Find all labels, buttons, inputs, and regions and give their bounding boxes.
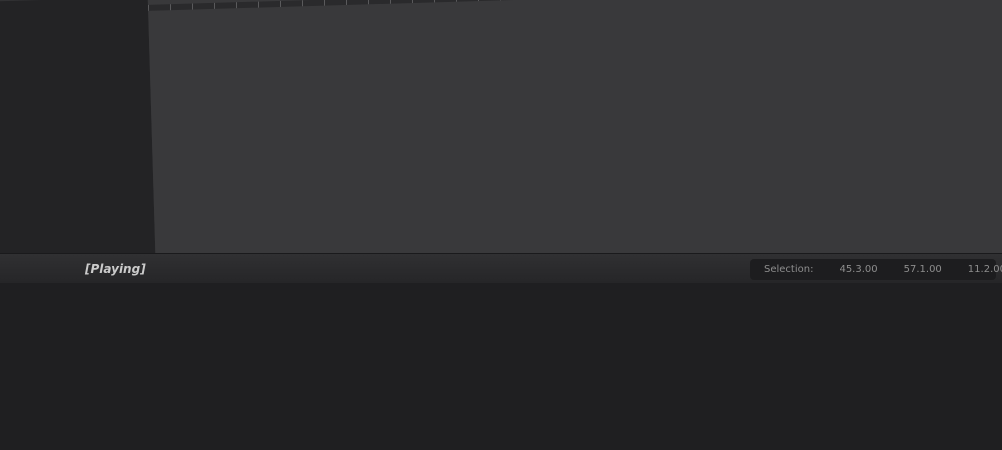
- arrange-section: [0, 0, 1002, 253]
- selection-end: 57.1.00: [903, 264, 942, 275]
- selection-length: 11.2.00: [967, 264, 1002, 275]
- transport-bar: [Playing] Selection: 45.3.00 57.1.00 11.…: [0, 253, 1002, 283]
- selection-readout[interactable]: Selection: 45.3.00 57.1.00 11.2.00: [750, 259, 1002, 280]
- selection-start: 45.3.00: [839, 264, 878, 275]
- track-control-panel: [0, 0, 157, 253]
- mixer-panel: [0, 283, 1002, 450]
- arrange-view[interactable]: [147, 0, 1002, 253]
- selection-label: Selection:: [764, 264, 814, 275]
- timeline-ruler[interactable]: [147, 0, 1002, 11]
- daw-window: [Playing] Selection: 45.3.00 57.1.00 11.…: [0, 0, 1002, 450]
- transport-status: [Playing]: [85, 262, 146, 276]
